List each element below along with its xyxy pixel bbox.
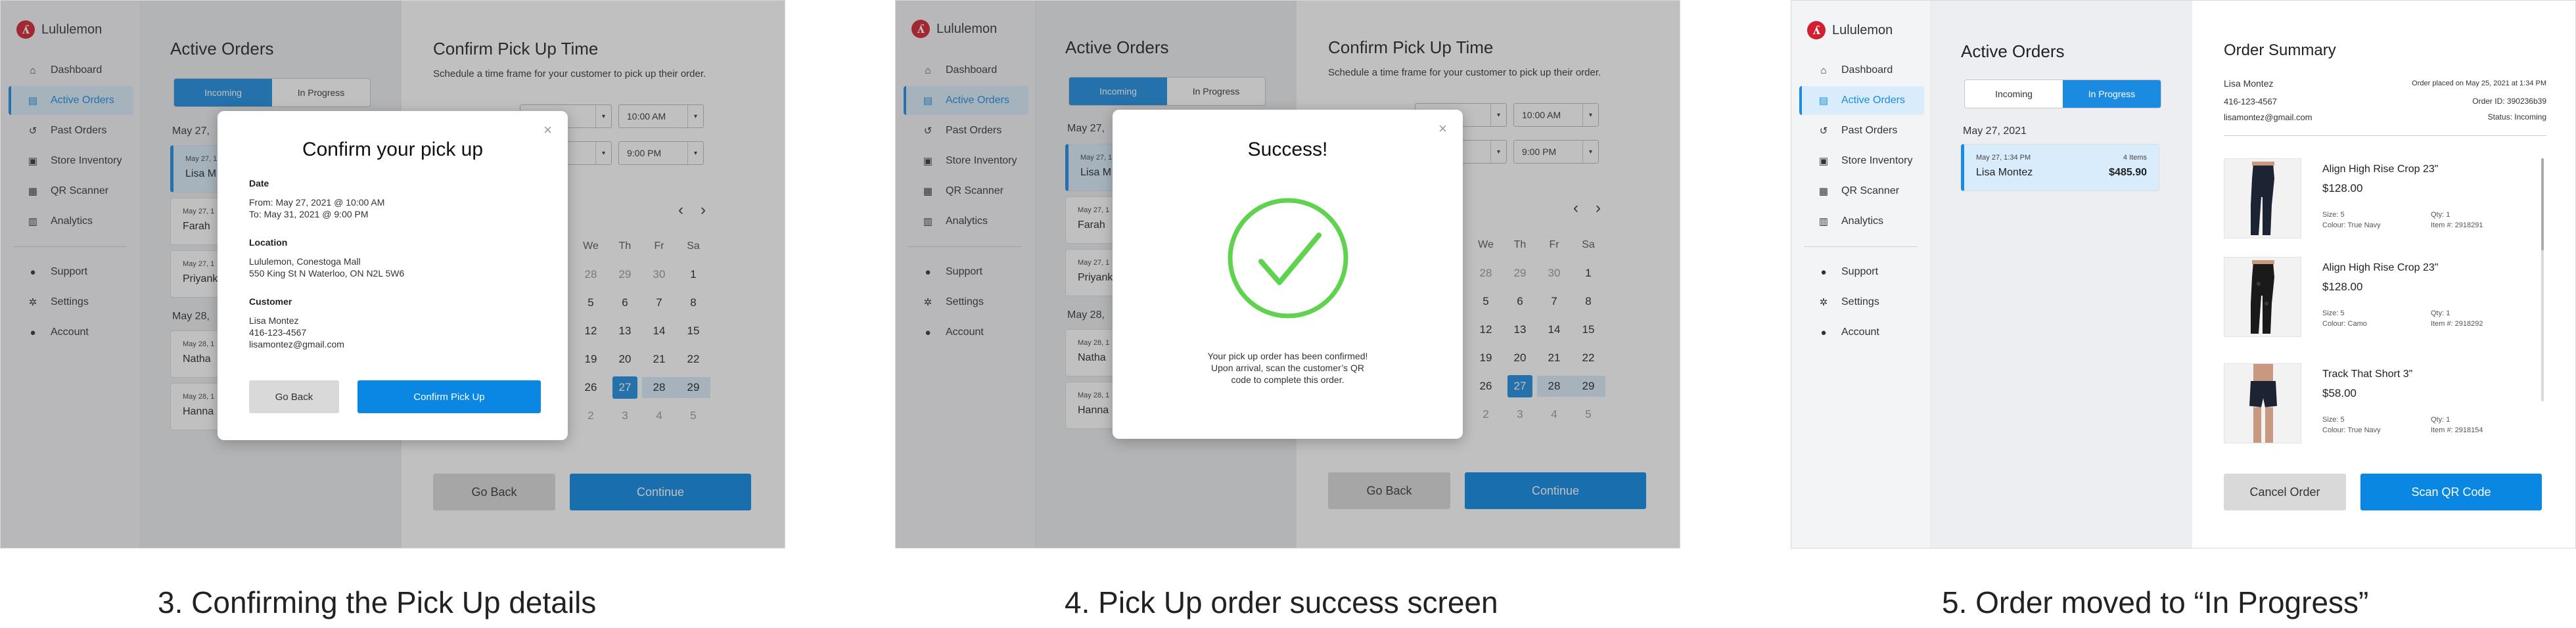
- item-qty: Qty: 1: [2431, 309, 2450, 317]
- go-back-button[interactable]: Go Back: [249, 380, 339, 413]
- item-price: $128.00: [2322, 280, 2363, 293]
- product-image: [2224, 257, 2301, 337]
- order-status: Status: Incoming: [2487, 112, 2546, 122]
- sidebar-item-store-inventory[interactable]: ▣ Store Inventory: [1798, 146, 1924, 175]
- sidebar-divider: [1805, 246, 1918, 247]
- success-message-line: Your pick up order has been confirmed!: [1207, 351, 1368, 361]
- item-size: Size: 5: [2322, 309, 2345, 317]
- sidebar-item-dashboard[interactable]: ⌂ Dashboard: [1798, 56, 1924, 85]
- sidebar-item-account[interactable]: ● Account: [1798, 318, 1924, 347]
- confirm-pickup-button[interactable]: Confirm Pick Up: [357, 380, 541, 413]
- item-colour: Colour: Camo: [2322, 320, 2367, 328]
- scrollbar-thumb[interactable]: [2541, 158, 2544, 250]
- location-address: 550 King St N Waterloo, ON N2L 5W6: [249, 268, 405, 279]
- item-number: Item #: 2918292: [2431, 320, 2483, 328]
- customer-phone: 416-123-4567: [2224, 97, 2277, 106]
- order-id: Order ID: 390236b39: [2472, 97, 2546, 106]
- location-label: Location: [249, 237, 288, 248]
- sidebar-item-analytics[interactable]: ▥ Analytics: [1798, 207, 1924, 236]
- success-modal: × Success! Your pick up order has been c…: [1113, 110, 1463, 439]
- date-from: From: May 27, 2021 @ 10:00 AM: [249, 197, 385, 208]
- customer-name: Lisa Montez: [2224, 78, 2274, 89]
- caption: 3. Confirming the Pick Up details: [158, 585, 597, 619]
- sidebar-item-qr-scanner[interactable]: ▦ QR Scanner: [1798, 177, 1924, 206]
- screen-order-in-progress: ʎ Lululemon ⌂ Dashboard ▤ Active Orders ↺ P…: [1791, 0, 2576, 549]
- modal-title: Success!: [1247, 139, 1328, 160]
- orders-title: Active Orders: [1961, 41, 2065, 61]
- gear-icon: ✲: [1819, 297, 1828, 308]
- cancel-order-button[interactable]: Cancel Order: [2224, 474, 2346, 510]
- sidebar-item-past-orders[interactable]: ↺ Past Orders: [1798, 116, 1924, 145]
- item-colour: Colour: True Navy: [2322, 426, 2381, 434]
- item-number: Item #: 2918154: [2431, 426, 2483, 434]
- success-check-icon: [1228, 198, 1348, 319]
- confirm-pickup-modal: × Confirm your pick up Date From: May 27…: [218, 111, 568, 440]
- scan-qr-code-button[interactable]: Scan QR Code: [2360, 474, 2542, 510]
- item-list-scrollbar[interactable]: [2541, 158, 2544, 401]
- brand-name: Lululemon: [1832, 22, 1893, 37]
- qr-icon: ▦: [1818, 186, 1829, 197]
- customer-label: Customer: [249, 296, 292, 307]
- sidebar-item-settings[interactable]: ✲ Settings: [1798, 288, 1924, 317]
- store-icon: ▣: [1818, 156, 1829, 167]
- date-label: Date: [249, 178, 269, 189]
- close-icon[interactable]: ×: [1438, 120, 1447, 137]
- order-item: Align High Rise Crop 23" $128.00 Size: 5…: [2224, 158, 2539, 238]
- orders-panel: Active Orders Incoming In Progress May 2…: [1931, 1, 2192, 548]
- modal-title: Confirm your pick up: [302, 139, 484, 160]
- item-name: Align High Rise Crop 23": [2322, 262, 2439, 273]
- order-item: Track That Short 3" $58.00 Size: 5 Colou…: [2224, 363, 2539, 443]
- caption: 5. Order moved to “In Progress”: [1942, 585, 2369, 619]
- chart-icon: ▥: [1818, 216, 1829, 227]
- sidebar-item-support[interactable]: ● Support: [1798, 258, 1924, 286]
- order-card[interactable]: May 27, 1:34 PM Lisa Montez 4 Items $485…: [1961, 144, 2159, 191]
- item-name: Track That Short 3": [2322, 369, 2413, 380]
- brand-logo: ʎ Lululemon: [1791, 1, 1931, 40]
- order-item: Align High Rise Crop 23" $128.00 Size: 5…: [2224, 257, 2539, 337]
- clipboard-icon: ▤: [1818, 95, 1829, 106]
- date-to: To: May 31, 2021 @ 9:00 PM: [249, 209, 369, 219]
- screen-success: ʎ Lululemon ⌂ Dashboard ▤ Active Orders ↺ P…: [895, 0, 1680, 549]
- item-colour: Colour: True Navy: [2322, 221, 2381, 229]
- location-name: Lululemon, Conestoga Mall: [249, 256, 361, 267]
- item-size: Size: 5: [2322, 416, 2345, 424]
- item-price: $128.00: [2322, 182, 2363, 194]
- success-message-line: code to complete this order.: [1231, 374, 1345, 385]
- item-qty: Qty: 1: [2431, 416, 2450, 424]
- lululemon-logo-icon: ʎ: [1807, 21, 1826, 39]
- item-qty: Qty: 1: [2431, 211, 2450, 219]
- item-name: Align High Rise Crop 23": [2322, 164, 2439, 175]
- customer-email: lisamontez@gmail.com: [2224, 112, 2312, 122]
- tab-incoming[interactable]: Incoming: [1965, 80, 2063, 108]
- summary-divider: [2224, 135, 2546, 136]
- order-summary-panel: Order Summary Lisa Montez 416-123-4567 l…: [2192, 1, 2575, 548]
- product-image: [2224, 363, 2301, 443]
- caption: 4. Pick Up order success screen: [1065, 585, 1498, 619]
- summary-title: Order Summary: [2224, 41, 2336, 59]
- item-number: Item #: 2918291: [2431, 221, 2483, 229]
- item-price: $58.00: [2322, 387, 2357, 399]
- sidebar-item-active-orders[interactable]: ▤ Active Orders: [1799, 86, 1924, 115]
- order-status-toggle: Incoming In Progress: [1964, 79, 2161, 108]
- date-header: May 27, 2021: [1963, 125, 2027, 137]
- screen-confirm-pickup: ʎ Lululemon ⌂ Dashboard ▤ Active Orders ↺ P…: [0, 0, 785, 549]
- customer-phone: 416-123-4567: [249, 327, 307, 338]
- customer-email: lisamontez@gmail.com: [249, 339, 344, 349]
- success-message-line: Upon arrival, scan the customer’s QR: [1211, 363, 1364, 373]
- user-icon: ●: [1820, 326, 1827, 338]
- order-placed: Order placed on May 25, 2021 at 1:34 PM: [2412, 79, 2546, 87]
- help-icon: ●: [1820, 266, 1827, 278]
- close-icon[interactable]: ×: [543, 122, 552, 139]
- home-icon: ⌂: [1820, 64, 1827, 76]
- history-icon: ↺: [1819, 125, 1828, 137]
- product-image: [2224, 158, 2301, 238]
- item-size: Size: 5: [2322, 211, 2345, 219]
- tab-in-progress[interactable]: In Progress: [2063, 80, 2161, 108]
- sidebar: ʎ Lululemon ⌂ Dashboard ▤ Active Orders ↺ P…: [1791, 1, 1931, 548]
- customer-name: Lisa Montez: [249, 315, 299, 326]
